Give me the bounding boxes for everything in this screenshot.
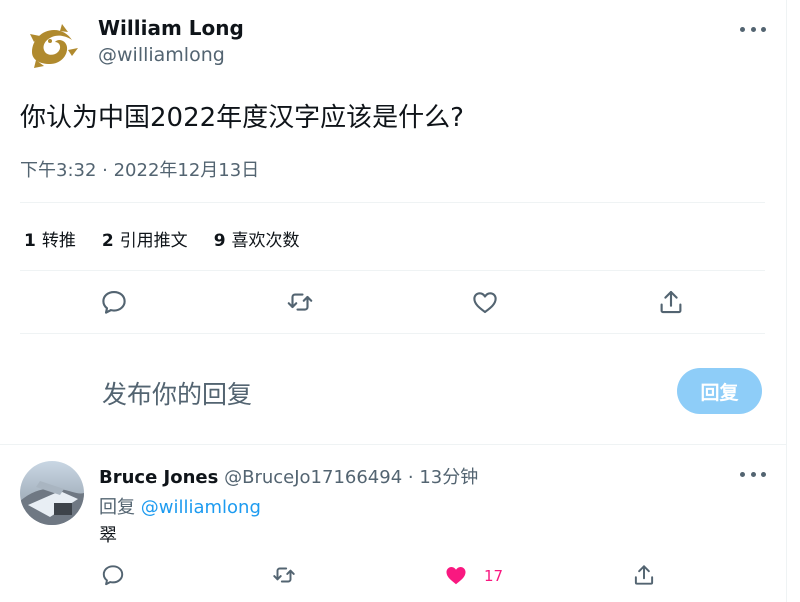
reply-author-name[interactable]: Bruce Jones bbox=[99, 467, 218, 488]
reply-more-options-icon[interactable] bbox=[740, 470, 766, 478]
stat-retweets[interactable]: 1 转推 bbox=[24, 226, 76, 251]
share-icon[interactable] bbox=[656, 287, 686, 317]
retweet-icon[interactable] bbox=[271, 562, 297, 588]
divider bbox=[20, 202, 765, 203]
share-icon[interactable] bbox=[631, 562, 657, 588]
reply-icon[interactable] bbox=[99, 287, 129, 317]
retweet-icon[interactable] bbox=[285, 287, 315, 317]
tweet-timestamp[interactable]: 下午3:32 · 2022年12月13日 bbox=[20, 156, 259, 182]
liked-heart-icon[interactable] bbox=[443, 562, 469, 588]
replying-to-label: 回复 bbox=[99, 497, 135, 518]
dragon-logo-icon bbox=[22, 14, 82, 74]
stat-label: 喜欢次数 bbox=[231, 231, 300, 251]
stat-count: 9 bbox=[213, 231, 226, 251]
reply-input[interactable]: 发布你的回复 bbox=[102, 375, 252, 411]
author-avatar[interactable] bbox=[22, 14, 82, 74]
reply-time[interactable]: · 13分钟 bbox=[408, 467, 478, 488]
tweet-text: 你认为中国2022年度汉字应该是什么? bbox=[20, 103, 464, 133]
divider bbox=[20, 270, 765, 271]
reply-author-handle[interactable]: @BruceJo17166494 bbox=[224, 467, 402, 488]
stat-likes[interactable]: 9 喜欢次数 bbox=[214, 226, 300, 251]
like-icon[interactable] bbox=[470, 287, 500, 317]
reply-button[interactable]: 回复 bbox=[677, 368, 762, 414]
reply-icon[interactable] bbox=[100, 562, 126, 588]
replying-to-handle[interactable]: @williamlong bbox=[141, 497, 261, 518]
reply-header: Bruce Jones @BruceJo17166494 · 13分钟 bbox=[99, 463, 478, 489]
author-name[interactable]: William Long bbox=[98, 16, 244, 40]
replying-to: 回复 @williamlong bbox=[99, 493, 261, 519]
stat-count: 1 bbox=[24, 231, 36, 251]
more-options-icon[interactable] bbox=[740, 25, 766, 33]
reply-text: 翠 bbox=[99, 525, 117, 546]
tweet-stats: 1 转推 2 引用推文 9 喜欢次数 bbox=[24, 226, 300, 251]
divider bbox=[20, 333, 765, 334]
stat-label: 引用推文 bbox=[119, 231, 188, 251]
reply-avatar[interactable] bbox=[20, 461, 84, 525]
stat-quotes[interactable]: 2 引用推文 bbox=[102, 226, 188, 251]
stat-label: 转推 bbox=[41, 231, 76, 251]
avatar-photo bbox=[20, 461, 84, 525]
column-border bbox=[786, 0, 787, 602]
divider bbox=[0, 444, 786, 445]
like-count: 17 bbox=[484, 567, 504, 585]
stat-count: 2 bbox=[101, 231, 114, 251]
author-handle[interactable]: @williamlong bbox=[98, 44, 225, 66]
